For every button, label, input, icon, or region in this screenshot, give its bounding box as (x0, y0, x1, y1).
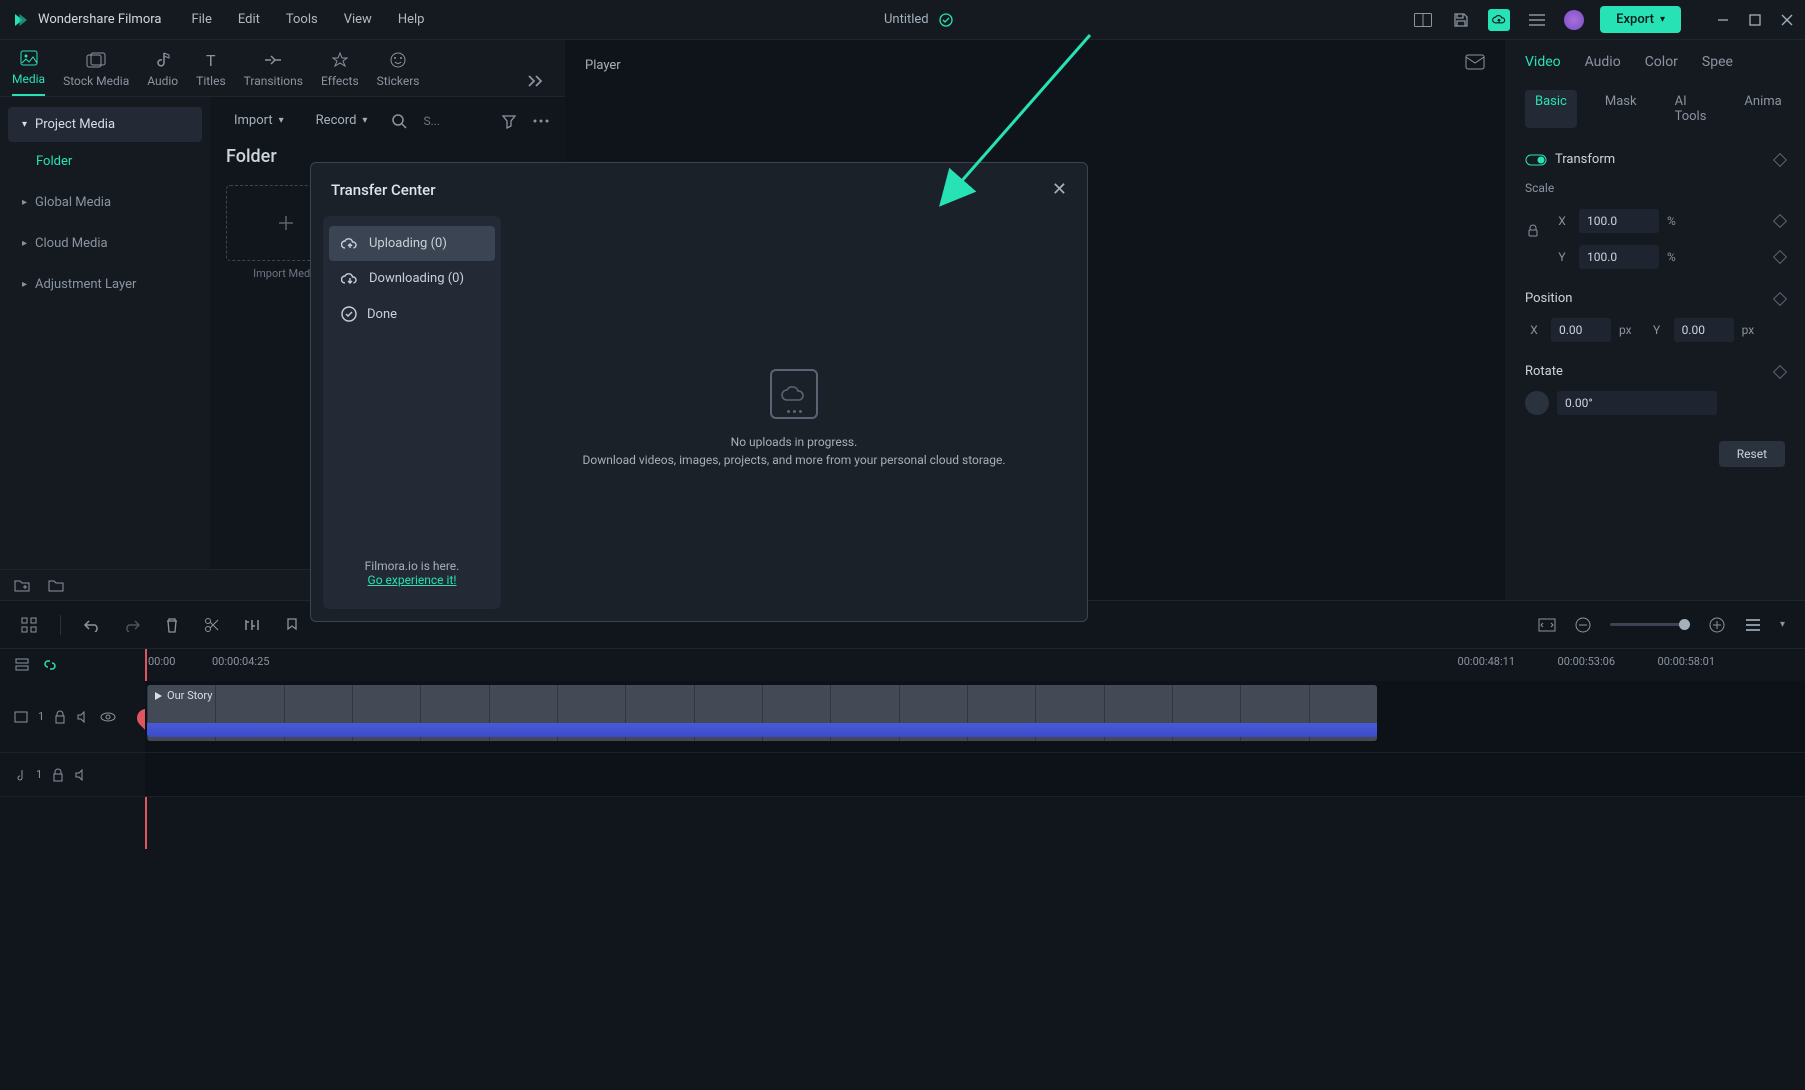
cloud-icon (780, 384, 808, 404)
modal-sidebar-footer: Filmora.io is here. Go experience it! (329, 547, 495, 599)
close-icon[interactable]: ✕ (1052, 179, 1067, 200)
tab-uploading[interactable]: Uploading (0) (329, 226, 495, 261)
modal-header: Transfer Center ✕ (311, 163, 1087, 216)
modal-title: Transfer Center (331, 181, 436, 199)
download-cloud-icon (341, 272, 359, 286)
empty-state-text: No uploads in progress. Download videos,… (583, 433, 1006, 469)
tab-downloading[interactable]: Downloading (0) (329, 261, 495, 296)
modal-overlay: Transfer Center ✕ Uploading (0) Download… (0, 0, 1805, 1090)
modal-sidebar: Uploading (0) Downloading (0) Done Filmo… (323, 216, 501, 609)
tab-done[interactable]: Done (329, 296, 495, 332)
clip-label: Our Story (153, 689, 212, 702)
filmora-io-text: Filmora.io is here. (341, 559, 483, 573)
check-circle-icon (341, 306, 357, 322)
upload-cloud-icon (341, 237, 359, 251)
go-experience-link[interactable]: Go experience it! (368, 573, 457, 587)
play-icon (153, 691, 163, 701)
empty-state-icon (770, 369, 818, 419)
modal-body: Uploading (0) Downloading (0) Done Filmo… (311, 216, 1087, 621)
transfer-center-modal: Transfer Center ✕ Uploading (0) Download… (310, 162, 1088, 622)
modal-main: No uploads in progress. Download videos,… (501, 216, 1087, 621)
